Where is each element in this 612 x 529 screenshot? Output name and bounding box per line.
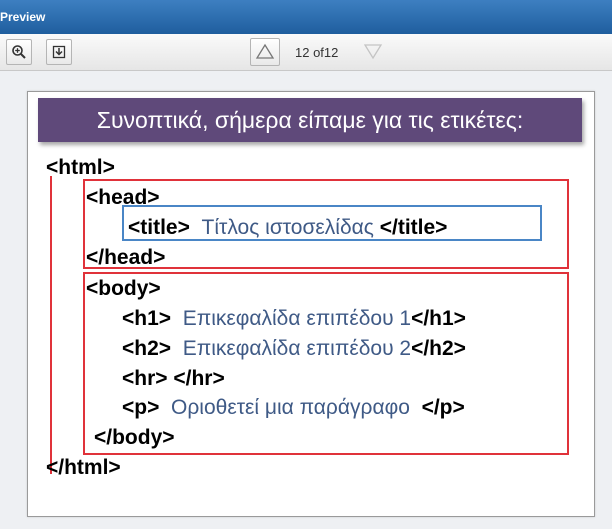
code-line-hr: <hr> </hr> — [122, 367, 225, 390]
code-line-h1: <h1> Επικεφαλίδα επιπέδου 1</h1> — [122, 307, 466, 330]
previous-page-button[interactable] — [250, 38, 280, 66]
triangle-up-icon — [255, 43, 275, 59]
slide: Συνοπτικά, σήμερα είπαμε για τις ετικέτε… — [27, 91, 595, 517]
code-line-head-close: </head> — [86, 246, 166, 269]
triangle-down-icon — [363, 44, 383, 60]
html-scope-line — [50, 176, 52, 474]
preview-content-area: Συνοπτικά, σήμερα είπαμε για τις ετικέτε… — [0, 71, 612, 529]
window-titlebar: Preview — [0, 0, 612, 34]
code-line-html-open: <html> — [46, 156, 115, 179]
code-line-h2: <h2> Επικεφαλίδα επιπέδου 2</h2> — [122, 337, 466, 360]
code-line-html-close: </html> — [46, 456, 121, 479]
slide-heading: Συνοπτικά, σήμερα είπαμε για τις ετικέτε… — [38, 98, 582, 142]
download-icon — [52, 45, 66, 59]
toolbar: 12 of12 — [0, 34, 612, 71]
code-line-title: <title> Τίτλος ιστοσελίδας </title> — [128, 216, 448, 239]
code-line-body-open: <body> — [86, 277, 161, 300]
code-line-head-open: <head> — [86, 186, 160, 209]
code-line-p: <p> Οριοθετεί μια παράγραφο </p> — [122, 396, 465, 419]
next-page-button[interactable] — [358, 38, 388, 66]
window-title: Preview — [0, 10, 46, 24]
zoom-in-icon — [12, 45, 26, 59]
code-line-body-close: </body> — [94, 426, 175, 449]
zoom-in-button[interactable] — [6, 39, 32, 65]
download-button[interactable] — [46, 39, 72, 65]
page-counter: 12 of12 — [295, 45, 339, 60]
